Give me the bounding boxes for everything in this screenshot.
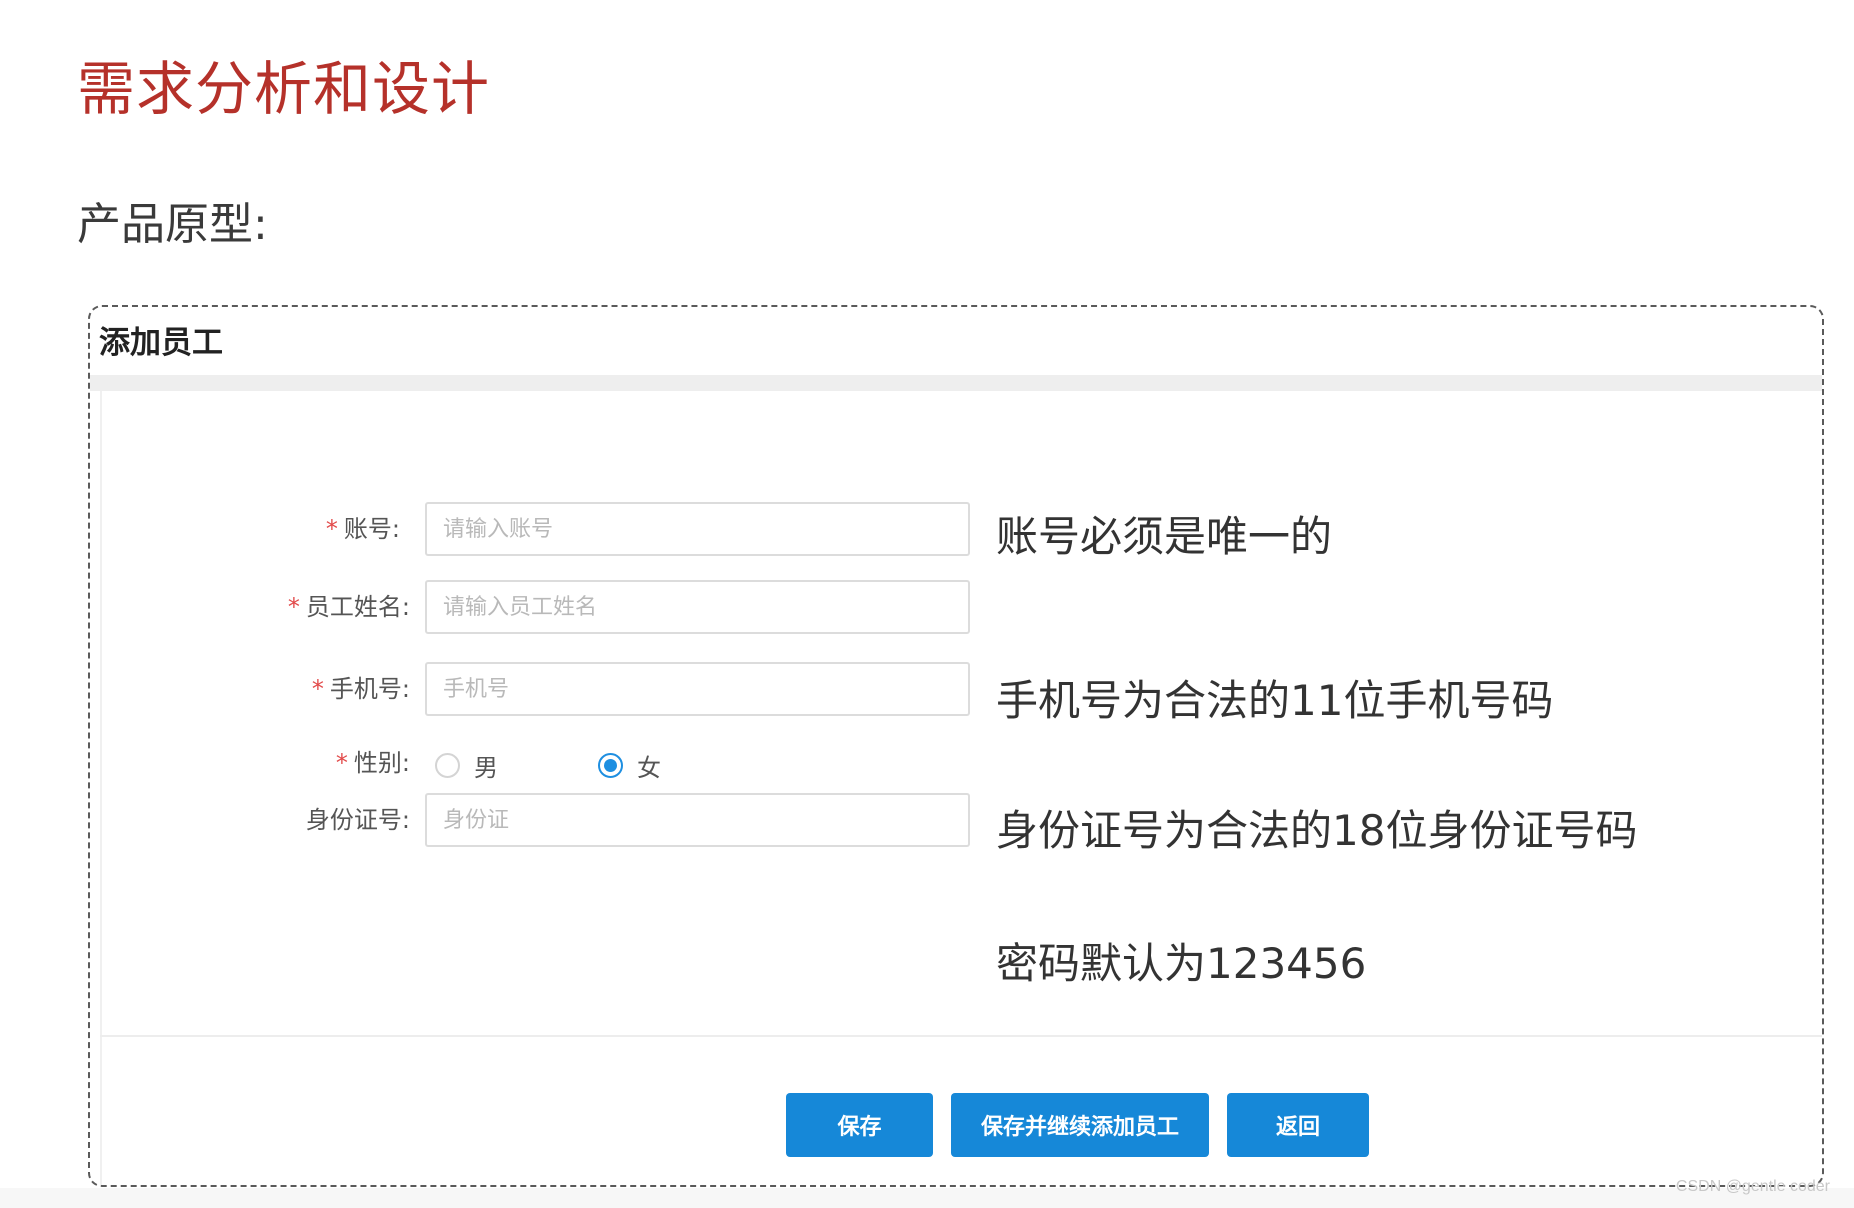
slide-subtitle: 产品原型:	[77, 199, 268, 250]
required-mark: *	[287, 593, 300, 621]
phone-note: 手机号为合法的11位手机号码	[996, 676, 1554, 725]
add-employee-panel: 添加员工 *账号: 账号必须是唯一的 *员工姓名: *手机号: 手机号为合法的1…	[88, 305, 1824, 1187]
gender-option-male[interactable]: 男	[425, 748, 498, 783]
gender-option-female-label: 女	[637, 753, 661, 782]
account-label-text: 账号:	[343, 515, 400, 543]
gender-option-female[interactable]: 女	[588, 748, 661, 783]
id-card-label-text: 身份证号:	[305, 806, 410, 834]
bottom-shade	[0, 1188, 1854, 1208]
gender-label-cell: * 性别:	[90, 737, 410, 793]
phone-label-cell: * 手机号:	[90, 661, 410, 717]
required-mark: *	[335, 749, 348, 777]
phone-input[interactable]	[425, 662, 970, 716]
slide: 需求分析和设计 产品原型: 添加员工 *账号: 账号必须是唯一的 *员工姓名: …	[0, 0, 1854, 1208]
phone-label: * 手机号:	[312, 661, 410, 717]
phone-label-text: 手机号:	[329, 675, 410, 703]
id-card-note: 身份证号为合法的18位身份证号码	[996, 806, 1638, 855]
name-label-text: 员工姓名:	[305, 593, 410, 621]
panel-header-divider	[90, 375, 1822, 391]
required-mark: *	[311, 675, 324, 703]
id-card-label: 身份证号:	[306, 792, 410, 848]
radio-unchecked-icon[interactable]	[435, 752, 460, 778]
save-button[interactable]: 保存	[786, 1093, 933, 1157]
employee-name-input[interactable]	[425, 580, 970, 634]
gender-label-text: 性别:	[353, 749, 410, 777]
required-mark: *	[325, 515, 338, 543]
footer-divider	[100, 1035, 1822, 1037]
save-and-continue-button[interactable]: 保存并继续添加员工	[951, 1093, 1209, 1157]
account-note: 账号必须是唯一的	[996, 512, 1333, 561]
back-button[interactable]: 返回	[1227, 1093, 1369, 1157]
gender-radio-group: 男 女	[425, 745, 661, 785]
name-label: * 员工姓名:	[288, 579, 410, 635]
account-input[interactable]	[425, 502, 970, 556]
radio-checked-icon[interactable]	[598, 752, 623, 778]
id-card-label-cell: 身份证号:	[90, 792, 410, 848]
account-label: * 账号:	[326, 501, 400, 557]
id-card-input[interactable]	[425, 793, 970, 847]
slide-title: 需求分析和设计	[77, 55, 491, 123]
name-label-cell: * 员工姓名:	[90, 579, 410, 635]
account-label-cell: * 账号:	[90, 501, 410, 557]
password-note: 密码默认为123456	[996, 939, 1367, 988]
panel-title: 添加员工	[99, 325, 223, 361]
gender-option-male-label: 男	[474, 753, 498, 782]
gender-label: * 性别:	[336, 737, 410, 789]
watermark: CSDN @gentle coder	[1675, 1178, 1830, 1195]
